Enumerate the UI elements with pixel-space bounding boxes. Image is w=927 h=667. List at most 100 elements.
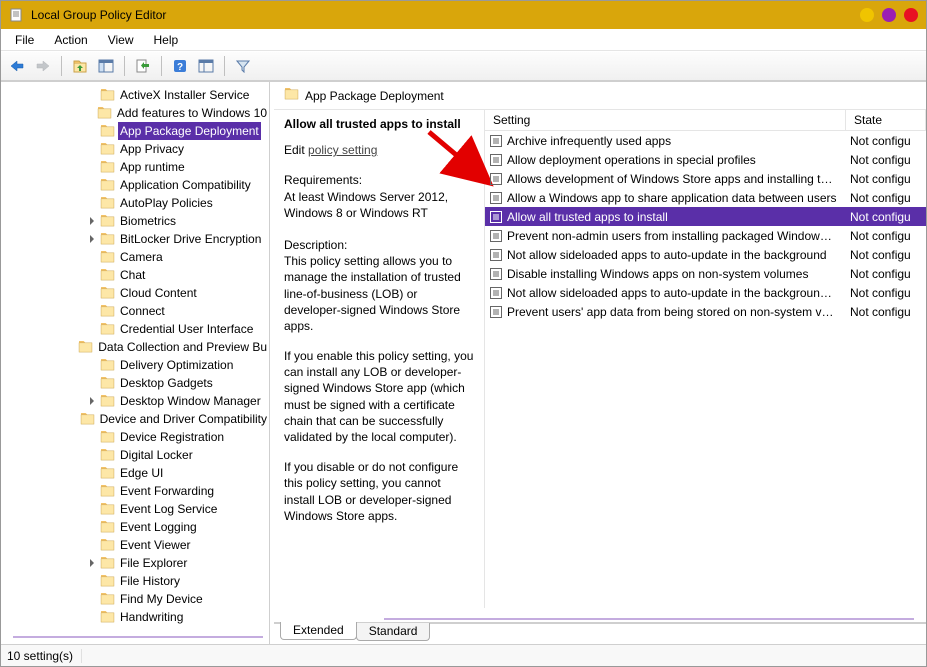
setting-row[interactable]: Allow a Windows app to share application… xyxy=(485,188,926,207)
close-button[interactable] xyxy=(904,8,918,22)
tree-item[interactable]: Digital Locker xyxy=(1,446,269,464)
tree-item[interactable]: Application Compatibility xyxy=(1,176,269,194)
expand-icon[interactable] xyxy=(85,88,99,102)
setting-row[interactable]: Allow deployment operations in special p… xyxy=(485,150,926,169)
minimize-button[interactable] xyxy=(860,8,874,22)
expand-icon[interactable] xyxy=(85,538,99,552)
expand-icon[interactable] xyxy=(85,592,99,606)
tree-item[interactable]: Event Viewer xyxy=(1,536,269,554)
menu-help[interactable]: Help xyxy=(144,31,189,49)
tree-item[interactable]: App runtime xyxy=(1,158,269,176)
maximize-button[interactable] xyxy=(882,8,896,22)
tree-item[interactable]: File History xyxy=(1,572,269,590)
expand-icon[interactable] xyxy=(68,412,79,426)
back-button[interactable] xyxy=(5,54,29,78)
expand-icon[interactable] xyxy=(85,574,99,588)
expand-icon[interactable] xyxy=(85,394,99,408)
titlebar: Local Group Policy Editor xyxy=(1,1,926,29)
tree-item[interactable]: ActiveX Installer Service xyxy=(1,86,269,104)
tree-item[interactable]: Connect xyxy=(1,302,269,320)
setting-row[interactable]: Not allow sideloaded apps to auto-update… xyxy=(485,245,926,264)
tree-scroll[interactable]: ActiveX Installer ServiceAdd features to… xyxy=(1,82,269,644)
setting-row[interactable]: Prevent non-admin users from installing … xyxy=(485,226,926,245)
expand-icon[interactable] xyxy=(85,322,99,336)
column-header-state[interactable]: State xyxy=(846,110,926,130)
export-list-button[interactable] xyxy=(131,54,155,78)
tab-standard[interactable]: Standard xyxy=(356,623,431,641)
expand-icon[interactable] xyxy=(83,106,97,120)
tree-item[interactable]: Desktop Gadgets xyxy=(1,374,269,392)
tree-item[interactable]: Data Collection and Preview Bu xyxy=(1,338,269,356)
tree-item[interactable]: Add features to Windows 10 xyxy=(1,104,269,122)
filter-button[interactable] xyxy=(231,54,255,78)
expand-icon[interactable] xyxy=(85,178,99,192)
tree-item[interactable]: Event Log Service xyxy=(1,500,269,518)
expand-icon[interactable] xyxy=(85,520,99,534)
expand-icon[interactable] xyxy=(85,610,99,624)
expand-icon[interactable] xyxy=(85,484,99,498)
expand-icon[interactable] xyxy=(85,376,99,390)
tree-item[interactable]: Cloud Content xyxy=(1,284,269,302)
setting-row[interactable]: Allows development of Windows Store apps… xyxy=(485,169,926,188)
expand-icon[interactable] xyxy=(85,286,99,300)
expand-icon[interactable] xyxy=(85,142,99,156)
setting-row[interactable]: Allow all trusted apps to installNot con… xyxy=(485,207,926,226)
policy-tree[interactable]: ActiveX Installer ServiceAdd features to… xyxy=(1,86,269,626)
tree-item[interactable]: Credential User Interface xyxy=(1,320,269,338)
setting-icon xyxy=(487,210,505,224)
tree-item[interactable]: Event Forwarding xyxy=(1,482,269,500)
tree-item[interactable]: Device Registration xyxy=(1,428,269,446)
tree-item[interactable]: BitLocker Drive Encryption xyxy=(1,230,269,248)
up-folder-button[interactable] xyxy=(68,54,92,78)
expand-icon[interactable] xyxy=(85,232,99,246)
settings-list[interactable]: Archive infrequently used appsNot config… xyxy=(485,131,926,608)
tree-item[interactable]: App Privacy xyxy=(1,140,269,158)
setting-label: Allow deployment operations in special p… xyxy=(505,153,846,167)
expand-icon[interactable] xyxy=(85,124,99,138)
setting-icon xyxy=(487,248,505,262)
expand-icon[interactable] xyxy=(85,250,99,264)
expand-icon[interactable] xyxy=(85,160,99,174)
expand-icon[interactable] xyxy=(67,340,78,354)
setting-row[interactable]: Disable installing Windows apps on non-s… xyxy=(485,264,926,283)
tree-item[interactable]: Device and Driver Compatibility xyxy=(1,410,269,428)
tree-item[interactable]: Delivery Optimization xyxy=(1,356,269,374)
menu-action[interactable]: Action xyxy=(44,31,97,49)
show-hide-tree-button[interactable] xyxy=(94,54,118,78)
expand-icon[interactable] xyxy=(85,358,99,372)
tree-item[interactable]: File Explorer xyxy=(1,554,269,572)
tree-item[interactable]: AutoPlay Policies xyxy=(1,194,269,212)
help-button[interactable]: ? xyxy=(168,54,192,78)
expand-icon[interactable] xyxy=(85,196,99,210)
expand-icon[interactable] xyxy=(85,430,99,444)
tree-item[interactable]: App Package Deployment xyxy=(1,122,269,140)
tree-item[interactable]: Event Logging xyxy=(1,518,269,536)
expand-icon[interactable] xyxy=(85,268,99,282)
column-header-setting[interactable]: Setting xyxy=(485,110,846,130)
setting-row[interactable]: Prevent users' app data from being store… xyxy=(485,302,926,321)
tree-item[interactable]: Biometrics xyxy=(1,212,269,230)
menu-file[interactable]: File xyxy=(5,31,44,49)
expand-icon[interactable] xyxy=(85,466,99,480)
details-horizontal-scrollbar[interactable] xyxy=(384,618,914,620)
tree-item-label: Chat xyxy=(118,266,147,284)
tree-item[interactable]: Camera xyxy=(1,248,269,266)
expand-icon[interactable] xyxy=(85,448,99,462)
tree-item[interactable]: Handwriting xyxy=(1,608,269,626)
tree-item[interactable]: Desktop Window Manager xyxy=(1,392,269,410)
expand-icon[interactable] xyxy=(85,502,99,516)
expand-icon[interactable] xyxy=(85,556,99,570)
edit-policy-link[interactable]: policy setting xyxy=(308,143,377,157)
forward-button[interactable] xyxy=(31,54,55,78)
expand-icon[interactable] xyxy=(85,304,99,318)
tree-item[interactable]: Edge UI xyxy=(1,464,269,482)
tree-horizontal-scrollbar[interactable] xyxy=(13,636,263,638)
properties-button[interactable] xyxy=(194,54,218,78)
tree-item[interactable]: Find My Device xyxy=(1,590,269,608)
setting-row[interactable]: Not allow sideloaded apps to auto-update… xyxy=(485,283,926,302)
menu-view[interactable]: View xyxy=(98,31,144,49)
tab-extended[interactable]: Extended xyxy=(280,622,357,640)
setting-row[interactable]: Archive infrequently used appsNot config… xyxy=(485,131,926,150)
expand-icon[interactable] xyxy=(85,214,99,228)
tree-item[interactable]: Chat xyxy=(1,266,269,284)
